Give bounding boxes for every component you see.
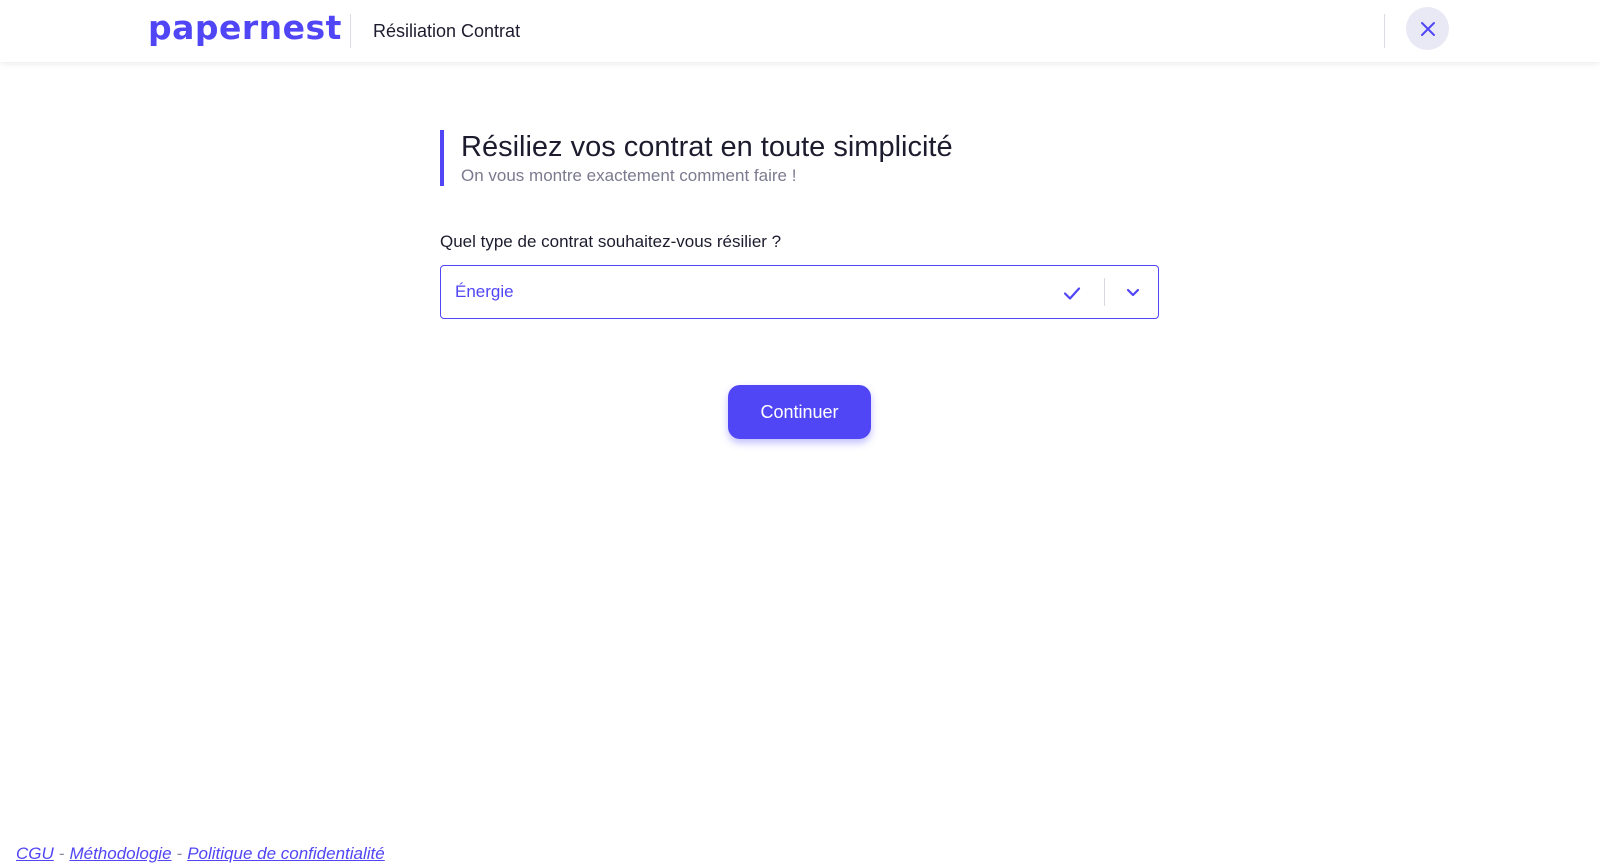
select-separator	[1104, 278, 1105, 306]
chevron-down-icon[interactable]	[1124, 283, 1142, 301]
page-heading: Résiliez vos contrat en toute simplicité…	[440, 130, 953, 186]
footer-separator: -	[176, 844, 183, 863]
footer-separator: -	[58, 844, 65, 863]
top-bar: papernest Résiliation Contrat	[0, 0, 1600, 62]
contract-type-label: Quel type de contrat souhaitez-vous rési…	[440, 232, 782, 251]
contract-type-value: Énergie	[455, 282, 514, 301]
continue-button[interactable]: Continuer	[728, 385, 871, 439]
footer-link-privacy[interactable]: Politique de confidentialité	[187, 844, 385, 863]
close-icon	[1420, 21, 1435, 36]
footer-link-methodologie[interactable]: Méthodologie	[69, 844, 171, 863]
header-divider-right	[1384, 14, 1385, 48]
header-title: Résiliation Contrat	[373, 21, 521, 41]
papernest-logo[interactable]: papernest	[148, 8, 342, 48]
page-title: Résiliez vos contrat en toute simplicité	[461, 131, 953, 163]
check-icon	[1063, 287, 1081, 300]
page-subtitle: On vous montre exactement comment faire …	[461, 166, 797, 185]
contract-type-select[interactable]: Énergie	[440, 265, 1159, 319]
footer-links: CGU - Méthodologie - Politique de confidenti…	[16, 843, 385, 865]
close-button[interactable]	[1406, 7, 1449, 50]
footer-link-cgu[interactable]: CGU	[16, 844, 54, 863]
header-divider	[350, 14, 351, 48]
